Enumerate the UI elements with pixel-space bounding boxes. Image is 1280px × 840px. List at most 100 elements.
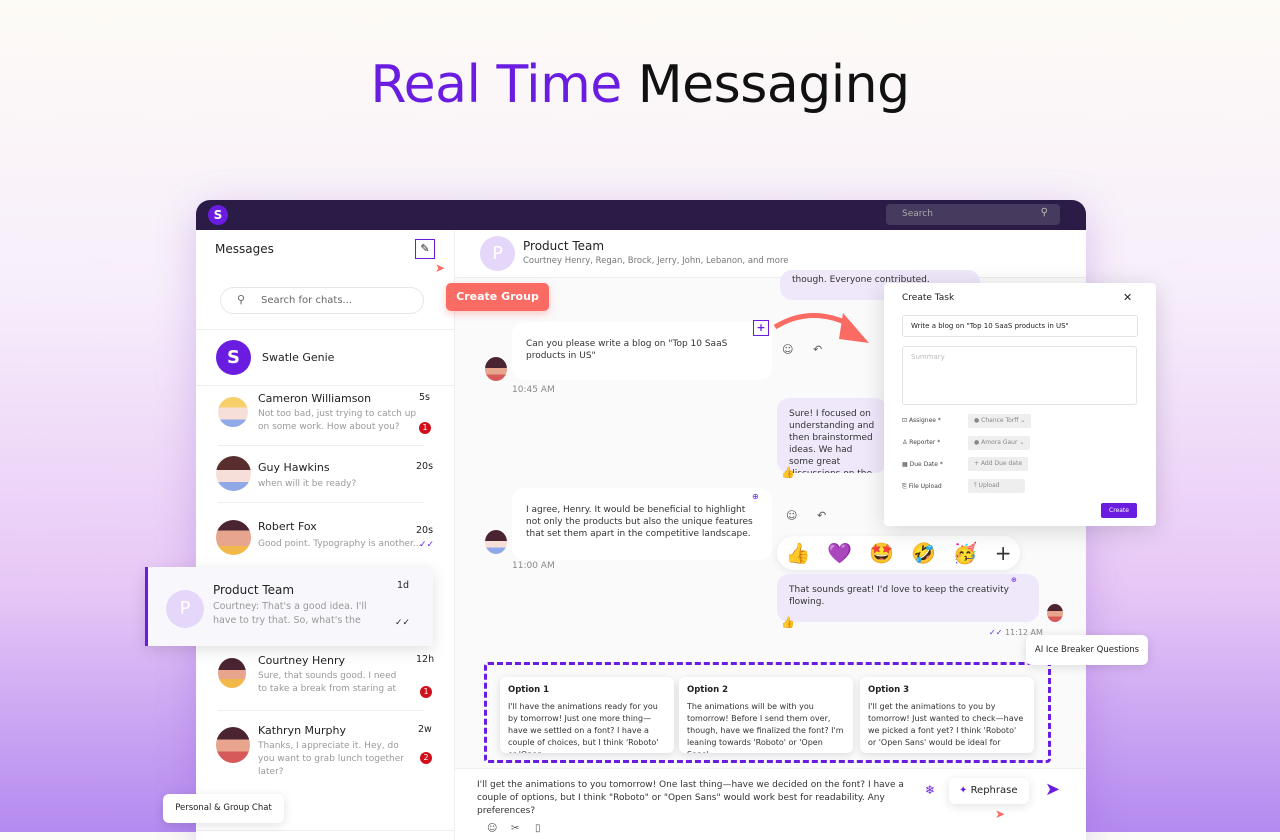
- hero-title: Real Time Messaging: [0, 55, 1280, 115]
- cursor-icon: ➤: [435, 261, 446, 275]
- sparkle-icon: ✦: [959, 785, 971, 796]
- ice-breaker-callout: AI Ice Breaker Questions: [1026, 635, 1148, 665]
- emoji-icon[interactable]: ☺: [487, 823, 497, 834]
- emoji-react-icon[interactable]: ☺: [786, 509, 797, 522]
- chat-time: 20s: [416, 461, 434, 472]
- chat-name: Product Team: [213, 583, 295, 597]
- reaction: 👍: [781, 466, 795, 479]
- avatar: [216, 520, 251, 555]
- chat-name: Robert Fox: [258, 520, 317, 533]
- cursor-icon: ➤: [995, 807, 1006, 821]
- chat-time: 5s: [419, 392, 430, 403]
- reaction-star-eyes[interactable]: 🤩: [869, 541, 894, 565]
- search-placeholder: Search: [902, 209, 933, 219]
- send-icon[interactable]: ➤: [1045, 779, 1060, 800]
- due-date-button[interactable]: + Add Due date: [968, 457, 1029, 471]
- avatar: [218, 658, 246, 688]
- option-title: Option 2: [687, 685, 729, 695]
- reaction-heart[interactable]: 💜: [827, 541, 852, 565]
- chat-preview: Not too bad, just trying to catch up on …: [258, 409, 417, 432]
- create-task-modal: Create Task ✕ Write a blog on "Top 10 Sa…: [884, 283, 1156, 526]
- message-text: I agree, Henry. It would be beneficial t…: [526, 505, 753, 539]
- message-text: Sure! I focused on understanding and the…: [789, 409, 875, 473]
- add-task-icon[interactable]: ⊕: [1011, 576, 1017, 584]
- compose-icon[interactable]: ✎: [415, 239, 435, 259]
- chat-members: Courtney Henry, Regan, Brock, Jerry, Joh…: [523, 256, 789, 266]
- chat-item-product-team[interactable]: P Product Team Courtney: That's a good i…: [145, 567, 433, 646]
- create-task-button[interactable]: Create: [1101, 503, 1137, 518]
- reply-icon[interactable]: ↶: [817, 509, 826, 522]
- chat-preview: Thanks, I appreciate it. Hey, do you wan…: [258, 741, 404, 777]
- clipboard-icon[interactable]: ▯: [535, 823, 541, 834]
- modal-title: Create Task: [902, 293, 955, 303]
- reaction-party[interactable]: 🥳: [953, 541, 978, 565]
- option-title: Option 1: [508, 685, 550, 695]
- close-icon[interactable]: ✕: [1123, 291, 1132, 304]
- reporter-label: ♙ Reporter *: [902, 439, 941, 446]
- ai-icon[interactable]: ❄: [925, 783, 935, 797]
- option-card-2[interactable]: Option 2 The animations will be with you …: [679, 677, 853, 753]
- create-group-callout[interactable]: Create Group: [446, 283, 549, 311]
- reaction-laugh[interactable]: 🤣: [911, 541, 936, 565]
- search-icon: ⚲: [1040, 207, 1048, 218]
- reaction-thumbs-up[interactable]: 👍: [785, 541, 810, 565]
- add-task-icon[interactable]: +: [753, 320, 769, 336]
- chat-name: Courtney Henry: [258, 654, 346, 667]
- option-text: I'll get the animations to you by tomorr…: [868, 702, 1024, 747]
- avatar: [216, 727, 250, 763]
- ai-suggestions: Option 1 I'll have the animations ready f…: [484, 662, 1051, 763]
- avatar: [218, 397, 248, 427]
- global-search[interactable]: Search ⚲: [886, 204, 1060, 225]
- genie-item[interactable]: Swatle Genie: [262, 351, 334, 364]
- chat-time: 2w: [418, 724, 432, 735]
- add-reaction-button[interactable]: +: [995, 541, 1012, 565]
- personal-group-callout: Personal & Group Chat: [163, 794, 284, 823]
- due-date-label: ▦ Due Date *: [902, 461, 943, 468]
- avatar: P: [166, 590, 204, 628]
- message-bubble: That sounds great! I'd love to keep the …: [777, 574, 1039, 622]
- read-receipt-icon: ✓✓: [395, 618, 411, 628]
- chat-search-placeholder: Search for chats...: [261, 295, 353, 306]
- chat-time: 1d: [397, 580, 410, 591]
- message-time: 11:00 AM: [512, 561, 555, 571]
- group-avatar: P: [480, 236, 515, 271]
- avatar: [485, 530, 507, 554]
- option-text: I'll have the animations ready for you b…: [508, 702, 659, 753]
- unread-badge: 2: [420, 752, 432, 764]
- chat-preview: when will it be ready?: [258, 479, 357, 489]
- chat-header: P Product Team Courtney Henry, Regan, Br…: [455, 230, 1086, 278]
- reporter-select[interactable]: ● Amora Gaur ⌄: [968, 436, 1031, 450]
- avatar: [485, 357, 507, 381]
- assignee-select[interactable]: ● Chance Torff ⌄: [968, 414, 1032, 428]
- composer: I'll get the animations to you tomorrow!…: [455, 768, 1086, 840]
- genie-logo: S: [216, 340, 251, 375]
- chat-search-input[interactable]: ⚲ Search for chats...: [220, 287, 424, 314]
- reaction-picker: 👍 💜 🤩 🤣 🥳 +: [777, 536, 1020, 570]
- option-title: Option 3: [868, 685, 910, 695]
- read-receipt-icon: ✓✓: [989, 628, 1005, 637]
- chat-preview: Sure, that sounds good. I need to take a…: [258, 671, 397, 694]
- message-text: That sounds great! I'd love to keep the …: [789, 585, 1009, 607]
- read-receipt-icon: ✓✓: [419, 540, 435, 550]
- sidebar: Messages ✎ ➤ ⚲ Search for chats... S Swat…: [196, 230, 455, 840]
- avatar: [216, 456, 251, 491]
- reaction: 👍: [781, 616, 795, 629]
- task-title-input[interactable]: Write a blog on "Top 10 SaaS products in…: [902, 315, 1138, 337]
- file-upload-label: ⎘ File Upload: [902, 483, 942, 490]
- option-card-3[interactable]: Option 3 I'll get the animations to you b…: [860, 677, 1034, 753]
- attach-icon[interactable]: ✂: [511, 823, 519, 834]
- rephrase-button[interactable]: ✦ Rephrase: [949, 778, 1029, 804]
- chat-name: Kathryn Murphy: [258, 724, 346, 737]
- upload-button[interactable]: ⤒ Upload: [968, 479, 1025, 493]
- add-task-icon[interactable]: ⊕: [752, 492, 759, 501]
- message-time: 10:45 AM: [512, 385, 555, 395]
- rephrase-label: Rephrase: [970, 785, 1018, 796]
- option-card-1[interactable]: Option 1 I'll have the animations ready f…: [500, 677, 674, 753]
- summary-input[interactable]: Summary: [902, 346, 1137, 405]
- message-bubble: Sure! I focused on understanding and the…: [777, 398, 887, 473]
- sidebar-title: Messages: [215, 242, 274, 256]
- top-bar: S Search ⚲: [196, 200, 1086, 230]
- message-input[interactable]: I'll get the animations to you tomorrow!…: [477, 779, 917, 818]
- chat-preview: Good point. Typography is another...: [258, 539, 422, 549]
- message-bubble: Can you please write a blog on "Top 10 S…: [512, 322, 772, 380]
